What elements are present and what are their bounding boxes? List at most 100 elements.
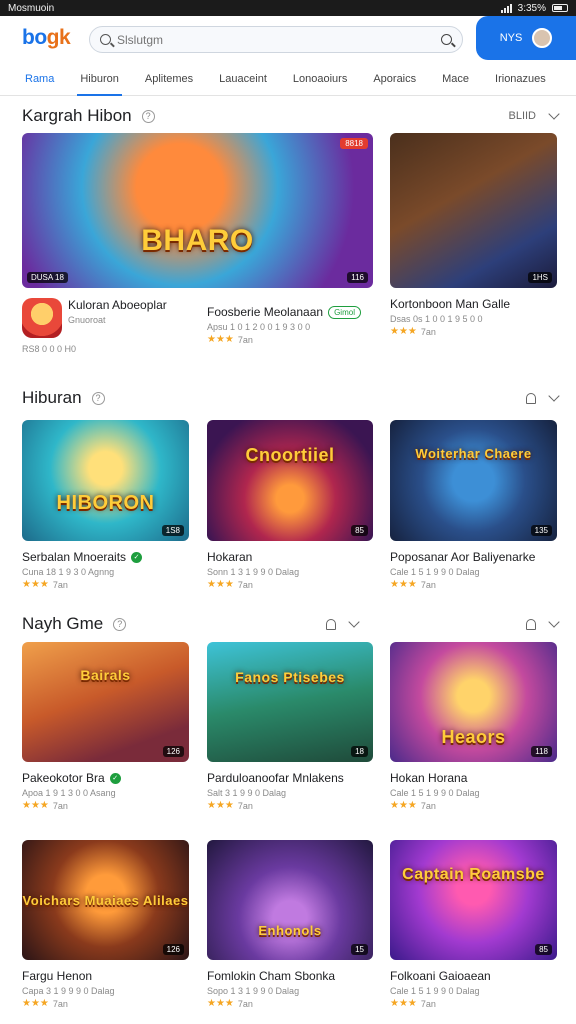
bell-icon[interactable] xyxy=(526,392,536,404)
app-name[interactable]: Serbalan Mnoeraits ✓ xyxy=(22,550,189,564)
app-name[interactable]: Fomlokin Cham Sbonka xyxy=(207,969,373,983)
app-thumbnail[interactable]: Bairals 126 xyxy=(22,642,189,762)
featured-thumbnail[interactable]: BHARO 8818 DUSA 18 116 xyxy=(22,133,373,288)
rating-text: 7an xyxy=(237,579,253,590)
app-rating: ★★★ 7an xyxy=(207,334,377,345)
tab-approaches[interactable]: Aporaics xyxy=(360,62,429,96)
app-name-text: Folkoani Gaioaean xyxy=(390,969,491,983)
app-rating: ★★★ 7an xyxy=(390,579,557,590)
app-name[interactable]: Hokan Horana xyxy=(390,771,557,785)
app-thumbnail[interactable]: Cnoortiiel 85 xyxy=(207,420,373,541)
tab-entertainment[interactable]: Hiburon xyxy=(67,62,132,96)
account-button[interactable]: NYS xyxy=(476,16,576,60)
tab-features[interactable]: Irionazues xyxy=(482,62,559,96)
status-badge[interactable]: Gimol xyxy=(328,305,361,319)
app-rating: ★★★ 7an xyxy=(22,800,189,811)
app-rating: ★★★ 7an xyxy=(390,800,557,811)
bell-icon[interactable] xyxy=(326,618,337,630)
thumbnail-caption: Voichars Muaiaes Alilaes xyxy=(22,892,189,908)
verified-icon: ✓ xyxy=(131,551,143,563)
tab-launches[interactable]: Lauaceint xyxy=(206,62,280,96)
rating-text: 7an xyxy=(52,579,68,590)
app-card[interactable]: Cnoortiiel 85 Hokaran Sonn 1 3 1 9 9 0 D… xyxy=(207,420,373,590)
avatar[interactable] xyxy=(532,28,553,48)
app-thumbnail[interactable]: HIBORON 1S8 xyxy=(22,420,189,541)
star-icons: ★★★ xyxy=(22,800,49,811)
thumbnail-caption: Bairals xyxy=(80,666,131,683)
app-name-text: Hokan Horana xyxy=(390,771,468,785)
section-title: Kargrah Hibon xyxy=(22,106,132,125)
app-subtitle: Capa 3 1 9 9 9 0 Dalag xyxy=(22,986,115,996)
star-icons: ★★★ xyxy=(207,579,234,590)
app-tag: 135 xyxy=(530,525,552,536)
app-name-text: Fargu Henon xyxy=(22,969,93,983)
app-card[interactable]: 1HS Kortonboon Man Galle Dsas 0s 1 0 0 1… xyxy=(390,133,557,337)
help-icon[interactable]: ? xyxy=(91,391,105,405)
rating-text: 7an xyxy=(420,579,436,590)
app-card[interactable]: Captain Roamsbe 85 Folkoani Gaioaean Cal… xyxy=(390,840,557,1009)
app-tag: 15 xyxy=(351,944,368,955)
app-rating: ★★★ 7an xyxy=(22,579,189,590)
signal-icon xyxy=(500,3,512,13)
app-thumbnail[interactable]: Captain Roamsbe 85 xyxy=(390,840,557,960)
section-title: Nayh Gme xyxy=(22,614,104,633)
app-name[interactable]: Folkoani Gaioaean xyxy=(390,969,557,983)
rating-text: 7an xyxy=(237,800,253,811)
app-card[interactable]: Voichars Muaiaes Alilaes 126 Fargu Henon… xyxy=(22,840,189,1009)
app-card[interactable]: HIBORON 1S8 Serbalan Mnoeraits ✓ Cuna 18 … xyxy=(22,420,189,590)
app-name[interactable]: Hokaran xyxy=(207,550,373,564)
app-thumbnail[interactable]: 1HS xyxy=(390,133,557,288)
tab-lounges[interactable]: Lonoaoiurs xyxy=(280,62,360,96)
app-card[interactable]: Enhonols 15 Fomlokin Cham Sbonka Sopo 1 … xyxy=(207,840,373,1009)
app-subtitle: Dsas 0s 1 0 0 1 9 5 0 0 xyxy=(390,314,483,324)
app-subtitle: Cale 1 5 1 9 9 0 Dalag xyxy=(390,788,480,798)
app-name[interactable]: Foosberie Meolanaan Gimol xyxy=(207,305,377,319)
app-name-text: Parduloanoofar Mnlakens xyxy=(207,771,344,785)
account-label: NYS xyxy=(499,32,523,44)
app-thumbnail[interactable]: Woiterhar Chaere 135 xyxy=(390,420,557,541)
help-icon[interactable]: ? xyxy=(113,617,127,631)
app-card[interactable]: Heaors 118 Hokan Horana Cale 1 5 1 9 9 0… xyxy=(390,642,557,811)
star-icons: ★★★ xyxy=(207,998,234,1009)
app-name[interactable]: Poposanar Aor Baliyenarke xyxy=(390,550,557,564)
section-header: Nayh Gme ? xyxy=(22,612,560,636)
search-input[interactable] xyxy=(117,32,441,47)
section-actions-label[interactable]: BLIID xyxy=(508,110,536,122)
app-thumbnail[interactable]: Voichars Muaiaes Alilaes 126 xyxy=(22,840,189,960)
app-card[interactable]: Bairals 126 Pakeokotor Bra ✓ Apoa 1 9 1 3… xyxy=(22,642,189,811)
featured-tag-top: 8818 xyxy=(340,138,368,149)
chevron-down-icon[interactable] xyxy=(548,616,560,628)
tab-home[interactable]: Rama xyxy=(12,62,67,96)
star-icons: ★★★ xyxy=(390,326,417,337)
category-tabs: Rama Hiburon Aplitemes Lauaceint Lonoaoi… xyxy=(0,62,576,96)
chevron-down-icon[interactable] xyxy=(548,108,560,120)
app-subtitle: Apsu 1 0 1 2 0 0 1 9 3 0 0 xyxy=(207,322,311,332)
help-icon[interactable]: ? xyxy=(141,109,155,123)
search-submit-icon[interactable] xyxy=(441,34,452,45)
app-name[interactable]: Parduloanoofar Mnlakens xyxy=(207,771,373,785)
app-name[interactable]: Pakeokotor Bra ✓ xyxy=(22,771,189,785)
app-card[interactable]: Foosberie Meolanaan Gimol Apsu 1 0 1 2 0 … xyxy=(207,296,377,345)
app-card[interactable]: Woiterhar Chaere 135 Poposanar Aor Baliy… xyxy=(390,420,557,590)
logo-accent-text: gk xyxy=(46,26,71,49)
thumbnail-caption: Captain Roamsbe xyxy=(402,866,545,883)
search-bar[interactable] xyxy=(89,26,463,53)
tab-apps[interactable]: Aplitemes xyxy=(132,62,206,96)
chevron-down-icon[interactable] xyxy=(348,616,360,628)
featured-meta: RS8 0 0 0 H0 xyxy=(22,344,77,354)
rating-text: 7an xyxy=(52,998,68,1009)
app-rating: ★★★ 7an xyxy=(207,998,373,1009)
app-name[interactable]: Fargu Henon xyxy=(22,969,189,983)
bell-icon[interactable] xyxy=(526,618,536,630)
app-name[interactable]: Kortonboon Man Galle xyxy=(390,297,557,311)
app-card[interactable]: Fanos Ptisebes 18 Parduloanoofar Mnlaken… xyxy=(207,642,373,811)
status-left-text: Mosmuoin xyxy=(8,2,55,14)
app-thumbnail[interactable]: Fanos Ptisebes 18 xyxy=(207,642,373,762)
app-thumbnail[interactable]: Enhonols 15 xyxy=(207,840,373,960)
star-icons: ★★★ xyxy=(390,800,417,811)
featured-app-icon[interactable] xyxy=(22,298,62,338)
app-logo[interactable]: bogk xyxy=(22,26,71,50)
chevron-down-icon[interactable] xyxy=(548,390,560,402)
app-thumbnail[interactable]: Heaors 118 xyxy=(390,642,557,762)
tab-more[interactable]: Mace xyxy=(429,62,482,96)
